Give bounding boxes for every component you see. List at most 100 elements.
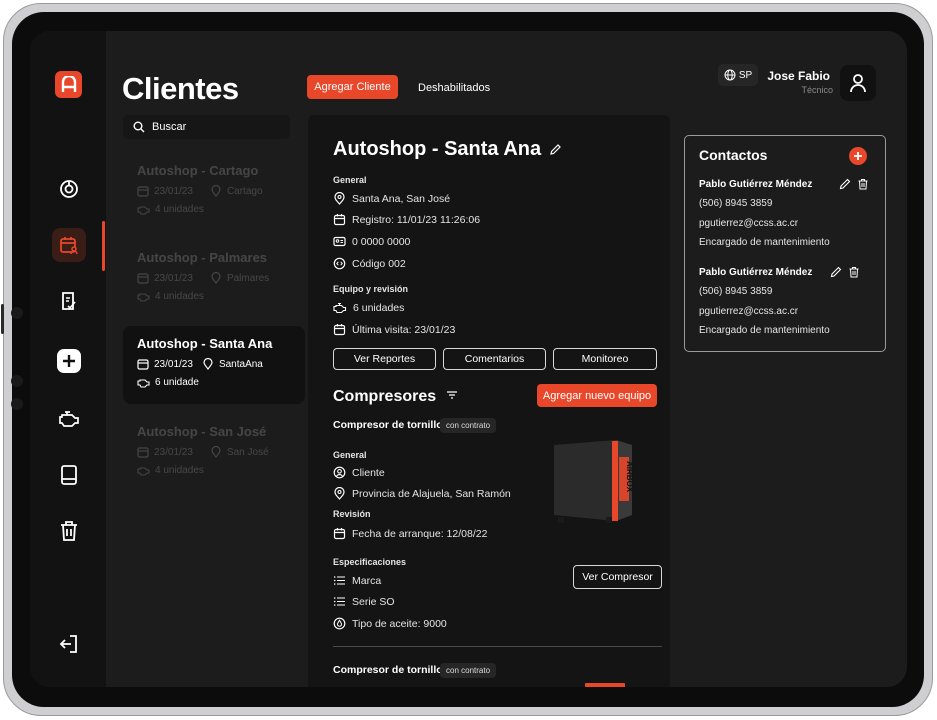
compressor-province-row: Provincia de Alajuela, San Ramón [333,487,511,500]
calendar-icon [333,214,346,226]
logout-icon[interactable] [52,627,86,661]
clients-calendar-icon[interactable] [52,228,86,262]
trash-icon[interactable] [52,514,86,548]
client-name: Autoshop - Palmares [137,250,268,265]
add-contact-button[interactable] [849,147,867,165]
search-input[interactable]: Buscar [123,115,290,139]
client-units: 6 unidade [155,376,199,388]
last-visit-text: Última visita: 23/01/23 [352,323,456,336]
client-card[interactable]: Autoshop - Cartago 23/01/23 Cartago 4 un… [123,153,305,231]
compressor-image: AIRBOX [554,440,634,523]
client-card-selected[interactable]: Autoshop - Santa Ana 23/01/23 SantaAna 6… [123,326,305,404]
reports-button[interactable]: Ver Reportes [333,348,436,370]
book-icon[interactable] [52,458,86,492]
id-text: 0 0000 0000 [352,235,411,248]
address-text: Santa Ana, San José [352,192,451,205]
compressor-image-partial [585,683,625,687]
client-name: Autoshop - Santa Ana [137,336,273,351]
trash-icon[interactable] [848,266,860,278]
comments-button[interactable]: Comentarios [443,348,546,370]
side-button [1,304,4,334]
engine-icon[interactable] [52,401,86,435]
tab-disabled[interactable]: Deshabilitados [418,76,490,100]
user-icon [850,74,866,93]
reports-icon[interactable] [52,284,86,318]
calendar-icon [137,186,149,197]
oil-text: Tipo de aceite: 9000 [352,617,447,630]
compressor-type: Compresor de tornillo [333,664,443,676]
client-card[interactable]: Autoshop - Palmares 23/01/23 Palmares 4 … [123,240,305,318]
monitor-button[interactable]: Monitoreo [553,348,657,370]
edit-icon[interactable] [830,266,842,278]
specs-label: Especificaciones [333,557,407,567]
avatar[interactable] [840,65,876,101]
add-icon[interactable] [52,344,86,378]
code-row: Código 002 [333,257,406,270]
contact-email[interactable]: pgutierrez@ccss.ac.cr [699,306,798,317]
start-date-text: Fecha de arranque: 12/08/22 [352,527,488,540]
client-date: 23/01/23 [154,185,193,197]
page-title: Clientes [122,71,239,106]
engine-icon [137,467,150,476]
client-card[interactable]: Autoshop - San José 23/01/23 San José 4 … [123,414,305,492]
contact-phone: (506) 8945 3859 [699,198,773,209]
contact-role: Encargado de mantenimiento [699,237,830,248]
client-units: 4 unidades [155,290,204,302]
user-role: Técnico [801,85,833,95]
start-date-row: Fecha de arranque: 12/08/22 [333,527,487,540]
compressor-general-label: General [333,450,367,460]
compressor-province: Provincia de Alajuela, San Ramón [352,487,511,500]
brand-row: Marca [333,574,381,587]
app-logo[interactable] [55,71,82,98]
plus-icon [854,152,862,160]
edit-icon[interactable] [839,178,851,190]
add-equipment-button[interactable]: Agregar nuevo equipo [537,384,657,407]
dashboard-icon[interactable] [52,172,86,206]
active-nav-indicator [102,221,105,271]
engine-icon [333,302,347,314]
equipment-label: Equipo y revisión [333,284,409,294]
contact-name: Pablo Gutiérrez Méndez [699,267,813,278]
client-detail-name: Autoshop - Santa Ana [333,138,542,160]
client-name: Autoshop - San José [137,424,267,439]
serie-text: Serie SO [352,595,395,608]
client-location: Cartago [226,185,263,197]
edit-icon[interactable] [549,143,562,156]
add-client-button[interactable]: Agregar Cliente [307,75,398,99]
client-location: SantaAna [218,358,263,370]
code-icon [333,257,346,270]
registro-row: Registro: 11/01/23 11:26:06 [333,213,480,226]
app-screen: Clientes Agregar Cliente Deshabilitados … [30,31,907,687]
oil-drop-icon [333,617,346,630]
client-location: San José [226,446,269,458]
compressor-brand-text: AIRBOX [625,461,634,493]
contract-badge: con contrato [440,663,497,678]
contact-name: Pablo Gutiérrez Méndez [699,179,813,190]
units-text: 6 unidades [353,301,405,314]
calendar-icon [137,273,149,284]
nav-sidebar [30,31,106,687]
client-date: 23/01/23 [154,272,193,284]
trash-icon[interactable] [857,178,869,190]
compressor-client: Cliente [352,466,385,479]
contact-email[interactable]: pgutierrez@ccss.ac.cr [699,218,798,229]
units-row: 6 unidades [333,301,404,314]
contact-phone: (506) 8945 3859 [699,286,773,297]
serie-row: Serie SO [333,595,395,608]
registro-text: Registro: 11/01/23 11:26:06 [352,213,481,226]
contact-role: Encargado de mantenimiento [699,325,830,336]
location-icon [334,192,345,205]
contacts-title: Contactos [699,147,768,163]
id-row: 0 0000 0000 [333,235,410,248]
contact-actions [830,266,860,278]
engine-icon [137,293,150,302]
user-circle-icon [333,466,346,479]
client-date: 23/01/23 [154,358,193,370]
engine-icon [137,206,150,215]
compressor-client-row: Cliente [333,466,385,479]
view-compressor-button[interactable]: Ver Compresor [573,565,662,589]
filter-icon[interactable] [446,390,458,400]
contact-actions [839,178,869,190]
revision-label: Revisión [333,509,371,519]
oil-row: Tipo de aceite: 9000 [333,617,447,630]
